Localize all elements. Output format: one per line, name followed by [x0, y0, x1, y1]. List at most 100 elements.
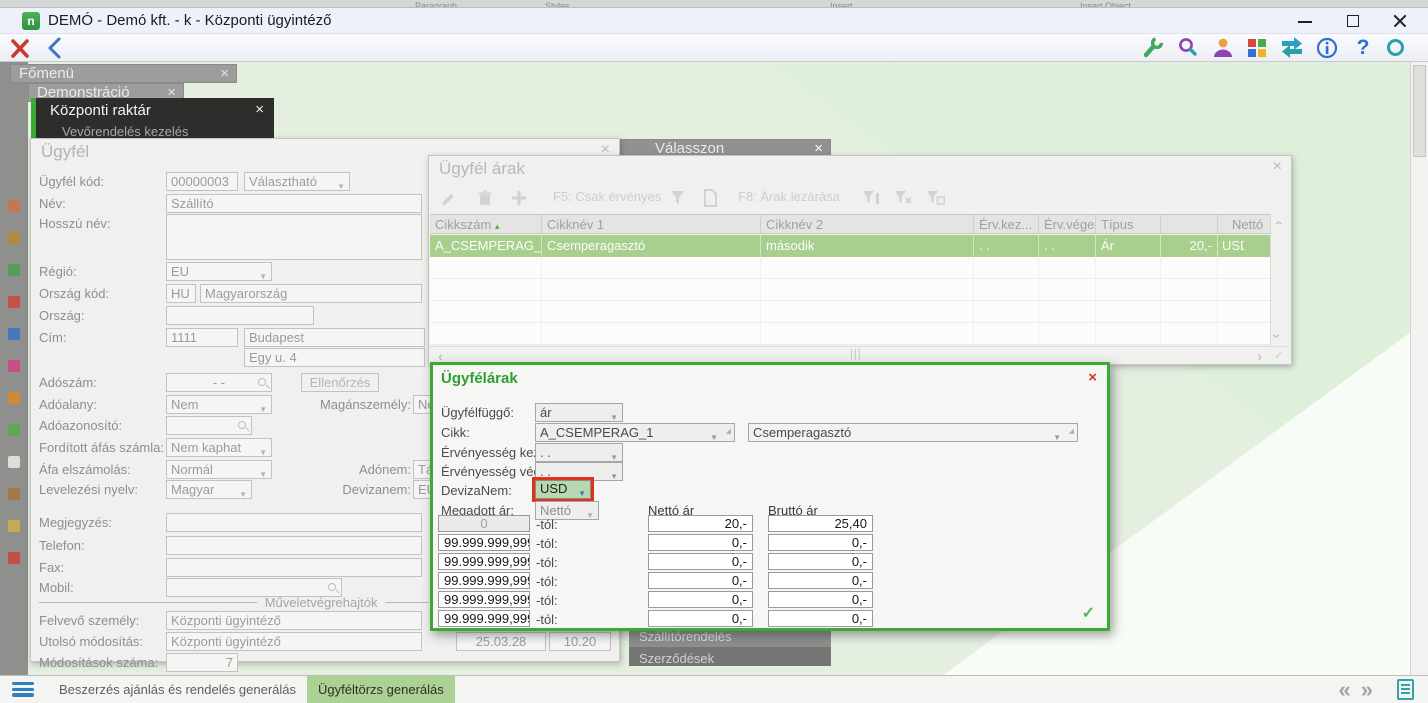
- user-button[interactable]: [1211, 36, 1237, 60]
- item-name-combo[interactable]: Csemperagasztó ▼ ◢: [748, 423, 1078, 442]
- tax-subject-dropdown[interactable]: Nem ▼: [166, 395, 272, 414]
- customer-code-type-dropdown[interactable]: Választható ▼: [244, 172, 350, 191]
- tier-from-field[interactable]: 99.999.999,999: [438, 553, 530, 570]
- close-icon[interactable]: ×: [220, 65, 229, 82]
- tier-from-field[interactable]: 99.999.999,999: [438, 534, 530, 551]
- vat-settlement-dropdown[interactable]: Normál ▼: [166, 460, 272, 479]
- search-button[interactable]: [1176, 36, 1202, 60]
- table-row-empty[interactable]: [430, 323, 1270, 345]
- tax-id-field[interactable]: [166, 416, 252, 435]
- table-horizontal-scrollbar[interactable]: ‹ ||| › ✓: [430, 346, 1288, 364]
- tier-net-field[interactable]: 20,-: [648, 515, 753, 532]
- tier-from-field[interactable]: 99.999.999,999: [438, 591, 530, 608]
- nav-prev-icon[interactable]: «: [1339, 677, 1361, 702]
- table-row[interactable]: A_CSEMPERAG_1 Csemperagasztó második . .…: [430, 235, 1270, 257]
- tier-gross-field[interactable]: 0,-: [768, 553, 873, 570]
- tab-kozponti-raktar[interactable]: Központi raktár × Vevőrendelés kezelés: [31, 98, 274, 140]
- validity-start-dropdown[interactable]: . . ▼: [535, 443, 623, 462]
- tier-gross-field[interactable]: 0,-: [768, 534, 873, 551]
- fax-field[interactable]: [166, 558, 422, 577]
- menu-item-szerzodesek[interactable]: Szerződések: [629, 649, 831, 666]
- last-modified-time-field[interactable]: 10.20: [549, 632, 611, 651]
- nav-next-icon[interactable]: »: [1361, 677, 1383, 702]
- long-name-field[interactable]: [166, 214, 422, 260]
- minimize-button[interactable]: [1284, 8, 1328, 34]
- submenu-item-vevorendeles[interactable]: Vevőrendelés kezelés: [62, 124, 188, 139]
- help-button[interactable]: ?: [1350, 36, 1376, 60]
- table-row-empty[interactable]: [430, 301, 1270, 323]
- country-name-field[interactable]: Magyarország: [200, 284, 422, 303]
- tier-net-field[interactable]: 0,-: [648, 591, 753, 608]
- note-field[interactable]: [166, 513, 422, 532]
- scrollbar-thumb[interactable]: [1413, 65, 1426, 157]
- close-icon[interactable]: ×: [1088, 369, 1097, 386]
- document-icon[interactable]: [701, 188, 719, 208]
- scroll-right-icon[interactable]: ›: [1257, 348, 1262, 364]
- tax-number-field[interactable]: - -: [166, 373, 272, 392]
- customer-code-field[interactable]: 00000003: [166, 172, 238, 191]
- close-icon[interactable]: ×: [255, 101, 264, 118]
- column-header-cikknev2[interactable]: Cikknév 2: [761, 215, 974, 233]
- filter-clear-icon[interactable]: [893, 189, 913, 207]
- status-tab-beszerzes[interactable]: Beszerzés ajánlás és rendelés generálás: [48, 676, 307, 703]
- street-field[interactable]: Egy u. 4: [244, 348, 425, 367]
- column-header-cikknev1[interactable]: Cikknév 1: [542, 215, 761, 233]
- log-document-icon[interactable]: [1397, 679, 1414, 700]
- filter-icon[interactable]: [669, 189, 687, 207]
- tier-gross-field[interactable]: 25,40: [768, 515, 873, 532]
- mailing-language-dropdown[interactable]: Magyar ▼: [166, 480, 252, 499]
- tier-gross-field[interactable]: 0,-: [768, 610, 873, 627]
- exit-button[interactable]: [8, 36, 34, 60]
- status-tab-ugyfeltorzs[interactable]: Ügyféltörzs generálás: [307, 675, 455, 703]
- tab-fomenu[interactable]: Főmenü ×: [10, 64, 237, 83]
- customer-dependent-dropdown[interactable]: ár ▼: [535, 403, 623, 422]
- tier-net-field[interactable]: 0,-: [648, 572, 753, 589]
- close-icon[interactable]: ×: [1273, 158, 1282, 176]
- switch-user-button[interactable]: [1279, 36, 1305, 60]
- phone-field[interactable]: [166, 536, 422, 555]
- tier-net-field[interactable]: 0,-: [648, 553, 753, 570]
- column-header-cikkszam[interactable]: Cikkszám ▴: [430, 215, 542, 233]
- column-header-erv-vege[interactable]: Érv.vége: [1039, 215, 1096, 233]
- tier-gross-field[interactable]: 0,-: [768, 591, 873, 608]
- column-header-erv-kezdete[interactable]: Érv.kez...: [974, 215, 1039, 233]
- workspace-scrollbar[interactable]: [1410, 62, 1428, 675]
- modules-button[interactable]: [1245, 36, 1271, 60]
- region-dropdown[interactable]: EU ▼: [166, 262, 272, 281]
- country-code-field[interactable]: HU: [166, 284, 196, 303]
- confirm-check-icon[interactable]: ✓: [1082, 603, 1095, 623]
- reverse-vat-dropdown[interactable]: Nem kaphat ▼: [166, 438, 272, 457]
- tier-gross-field[interactable]: 0,-: [768, 572, 873, 589]
- zip-field[interactable]: 1111: [166, 328, 238, 347]
- item-code-combo[interactable]: A_CSEMPERAG_1 ▼ ◢: [535, 423, 735, 442]
- currency-dropdown[interactable]: USD ▼: [535, 480, 591, 499]
- edit-icon[interactable]: [439, 188, 459, 208]
- filter-valid-button[interactable]: F5: Csak érvényes: [553, 189, 661, 204]
- column-header-tipus[interactable]: Típus: [1096, 215, 1161, 233]
- menu-button[interactable]: [12, 682, 34, 697]
- recorded-by-field[interactable]: Központi ügyintéző: [166, 611, 422, 630]
- scroll-up-icon[interactable]: ›: [1269, 221, 1285, 226]
- close-prices-button[interactable]: F8: Árak lezárása: [738, 189, 840, 204]
- settings-button[interactable]: [1141, 36, 1167, 60]
- table-row-empty[interactable]: [430, 279, 1270, 301]
- filter-bar-icon[interactable]: [861, 189, 881, 207]
- status-ring-button[interactable]: [1384, 36, 1410, 60]
- last-modified-by-field[interactable]: Központi ügyintéző: [166, 632, 422, 651]
- city-field[interactable]: Budapest: [244, 328, 425, 347]
- add-icon[interactable]: [509, 188, 529, 208]
- delete-icon[interactable]: [475, 188, 495, 208]
- name-field[interactable]: Szállító: [166, 194, 422, 213]
- scroll-grip-icon[interactable]: |||: [850, 348, 862, 360]
- table-vertical-scrollbar[interactable]: › ›: [1269, 214, 1288, 345]
- maximize-button[interactable]: [1332, 8, 1376, 34]
- scroll-down-icon[interactable]: ›: [1269, 334, 1285, 339]
- tier-from-field[interactable]: 99.999.999,999: [438, 572, 530, 589]
- info-button[interactable]: [1315, 36, 1341, 60]
- tier-from-field[interactable]: 0: [438, 515, 530, 532]
- modification-count-field[interactable]: 7: [166, 653, 238, 672]
- tier-from-field[interactable]: 99.999.999,999: [438, 610, 530, 627]
- close-window-button[interactable]: [1378, 8, 1422, 34]
- last-modified-date-field[interactable]: 25.03.28: [456, 632, 546, 651]
- verify-button[interactable]: Ellenőrzés: [301, 373, 379, 392]
